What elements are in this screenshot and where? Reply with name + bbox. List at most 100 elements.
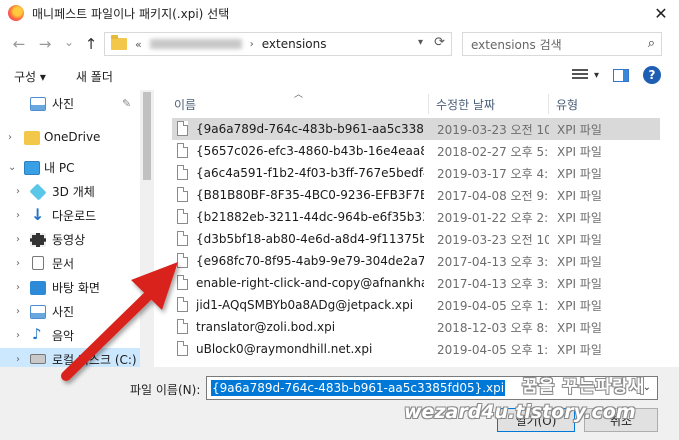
file-row[interactable]: {9a6a789d-764c-483b-b961-aa5c3385fd05}.x…	[172, 118, 660, 140]
close-button[interactable]: ✕	[643, 0, 679, 26]
forward-button[interactable]: →	[34, 33, 56, 55]
address-bar[interactable]: « › extensions ▾ ⟳	[104, 32, 452, 56]
chevron-right-icon[interactable]: ›	[16, 234, 20, 245]
chevron-right-icon[interactable]: ›	[16, 258, 20, 269]
folder-icon	[111, 35, 127, 50]
chevron-right-icon[interactable]: ›	[16, 354, 20, 365]
up-folder-button[interactable]: ↑	[80, 33, 102, 55]
file-modified: 2017-04-13 오후 3:05	[437, 254, 549, 269]
change-view-button[interactable]: ▾	[571, 69, 599, 81]
breadcrumb-separator[interactable]: ›	[250, 39, 254, 50]
search-input[interactable]: extensions 검색 ⌕	[462, 32, 662, 56]
file-row[interactable]: translator@zoli.bod.xpi 2018-12-03 오후 8:5…	[172, 316, 660, 338]
column-divider[interactable]	[428, 94, 429, 114]
window-title: 매니페스트 파일이나 패키지(.xpi) 선택	[32, 6, 230, 21]
sidebar-item-desktop[interactable]: › 바탕 화면	[0, 276, 140, 298]
file-type: XPI 파일	[557, 232, 602, 247]
xpi-file-icon	[177, 231, 188, 246]
navigation-pane: 사진 ✎ › OneDrive ⌄ 내 PC › 3D 개체 › ↓ 다운로드 …	[0, 90, 140, 367]
sidebar-item-pictures[interactable]: › 사진	[0, 300, 140, 322]
chevron-right-icon[interactable]: ›	[16, 282, 20, 293]
sidebar-item-3d-objects[interactable]: › 3D 개체	[0, 180, 140, 202]
file-type: XPI 파일	[557, 166, 602, 181]
sidebar-item-label: 사진	[52, 96, 75, 111]
3d-objects-icon	[29, 183, 47, 201]
onedrive-folder-icon	[24, 131, 40, 145]
chevron-right-icon[interactable]: ›	[16, 210, 20, 221]
filename-value[interactable]: {9a6a789d-764c-483b-b961-aa5c3385fd05}.x…	[211, 380, 506, 396]
view-details-icon	[571, 69, 588, 81]
file-row[interactable]: {e968fc70-8f95-4ab9-9e79-304de2a71ee1}.x…	[172, 250, 660, 272]
sidebar-item-onedrive[interactable]: › OneDrive	[0, 126, 140, 148]
file-row[interactable]: {a6c4a591-f1b2-4f03-b3ff-767e5bedf4e7}.x…	[172, 162, 660, 184]
video-icon	[30, 233, 46, 247]
music-icon: ♪	[32, 325, 42, 343]
file-type: XPI 파일	[557, 320, 602, 335]
firefox-icon	[8, 5, 24, 21]
column-divider[interactable]	[548, 94, 549, 114]
column-header-name[interactable]: 이름	[174, 92, 196, 116]
file-type: XPI 파일	[557, 210, 602, 225]
command-toolbar: 구성 ▾ 새 폴더 ▾ ?	[0, 62, 679, 90]
sidebar-item-label: 다운로드	[52, 208, 97, 223]
file-name: {9a6a789d-764c-483b-b961-aa5c3385fd05}.x…	[196, 122, 424, 136]
file-modified: 2017-04-08 오전 9:12	[437, 188, 549, 203]
pc-icon	[24, 161, 40, 175]
breadcrumb-redacted[interactable]	[149, 39, 242, 49]
xpi-file-icon	[177, 341, 188, 356]
chevron-right-icon[interactable]: ›	[16, 306, 20, 317]
sidebar-item-label: 내 PC	[44, 160, 75, 175]
chevron-down-icon[interactable]: ▾	[418, 37, 423, 48]
file-row[interactable]: {d3b5bf18-ab80-4e6d-a8d4-9f11375b2a4c}.x…	[172, 228, 660, 250]
recent-locations-button[interactable]: ⌄	[58, 31, 80, 53]
navigation-scrollbar[interactable]	[140, 90, 154, 367]
search-icon[interactable]: ⌕	[648, 36, 655, 51]
organize-button[interactable]: 구성 ▾	[14, 68, 46, 85]
sidebar-item-music[interactable]: › ♪ 음악	[0, 324, 140, 346]
pictures-icon	[30, 97, 46, 111]
sidebar-item-label: OneDrive	[44, 130, 101, 144]
sidebar-item-label: 사진	[52, 304, 75, 319]
file-list: ︿ 이름 수정한 날짜 유형 {9a6a789d-764c-483b-b961-…	[160, 90, 679, 367]
new-folder-button[interactable]: 새 폴더	[76, 68, 113, 85]
column-header-modified[interactable]: 수정한 날짜	[436, 92, 495, 116]
file-row[interactable]: jid1-AQqSMBYb0a8ADg@jetpack.xpi 2019-04-0…	[172, 294, 660, 316]
chevron-right-icon[interactable]: ›	[16, 330, 20, 341]
search-placeholder: extensions 검색	[471, 37, 562, 52]
watermark-url: wezard4u.tistory.com	[404, 401, 636, 423]
file-row[interactable]: {b21882eb-3211-44dc-964b-e6f35b33a7b1}.x…	[172, 206, 660, 228]
column-header-type[interactable]: 유형	[556, 92, 578, 116]
help-icon[interactable]: ?	[643, 66, 661, 84]
sidebar-item-downloads[interactable]: › ↓ 다운로드	[0, 204, 140, 226]
preview-pane-icon[interactable]	[613, 68, 629, 82]
file-type: XPI 파일	[557, 188, 602, 203]
file-name: {B81B80BF-8F35-4BC0-9236-EFB3F7EE39AF}.x…	[196, 188, 424, 202]
sidebar-item-documents[interactable]: › 문서	[0, 252, 140, 274]
file-row[interactable]: enable-right-click-and-copy@afnankhan.xp…	[172, 272, 660, 294]
scrollbar-thumb[interactable]	[143, 92, 151, 180]
chevron-right-icon[interactable]: ›	[16, 186, 20, 197]
file-type: XPI 파일	[557, 144, 602, 159]
watermark-blog-name: 꿈을 꾸는파랑새	[522, 377, 646, 397]
file-modified: 2019-04-05 오후 1:20	[437, 298, 549, 313]
file-row[interactable]: {5657c026-efc3-4860-b43b-16e4eaa8a62f}.x…	[172, 140, 660, 162]
file-list-scrollbar[interactable]	[660, 90, 679, 367]
chevron-down-icon[interactable]: ⌄	[8, 162, 16, 173]
sidebar-item-local-disk[interactable]: › 로컬 디스크 (C:)	[0, 348, 140, 367]
xpi-file-icon	[177, 253, 188, 268]
sort-ascending-icon: ︿	[294, 90, 304, 100]
breadcrumb-extensions[interactable]: extensions	[262, 37, 327, 51]
chevron-right-icon[interactable]: ›	[8, 132, 12, 143]
back-button[interactable]: ←	[8, 33, 30, 55]
xpi-file-icon	[177, 297, 188, 312]
sidebar-item-pictures-quick[interactable]: 사진 ✎	[0, 92, 140, 114]
file-row[interactable]: {B81B80BF-8F35-4BC0-9236-EFB3F7EE39AF}.x…	[172, 184, 660, 206]
sidebar-item-this-pc[interactable]: ⌄ 내 PC	[0, 156, 140, 178]
breadcrumb-overflow[interactable]: «	[135, 38, 142, 51]
pin-icon[interactable]: ✎	[122, 97, 131, 110]
sidebar-item-videos[interactable]: › 동영상	[0, 228, 140, 250]
refresh-icon[interactable]: ⟳	[434, 35, 445, 50]
file-row[interactable]: uBlock0@raymondhill.net.xpi 2019-04-05 오후…	[172, 338, 660, 360]
scrollbar-thumb[interactable]	[666, 96, 674, 364]
file-modified: 2019-03-17 오후 4:12	[437, 166, 549, 181]
